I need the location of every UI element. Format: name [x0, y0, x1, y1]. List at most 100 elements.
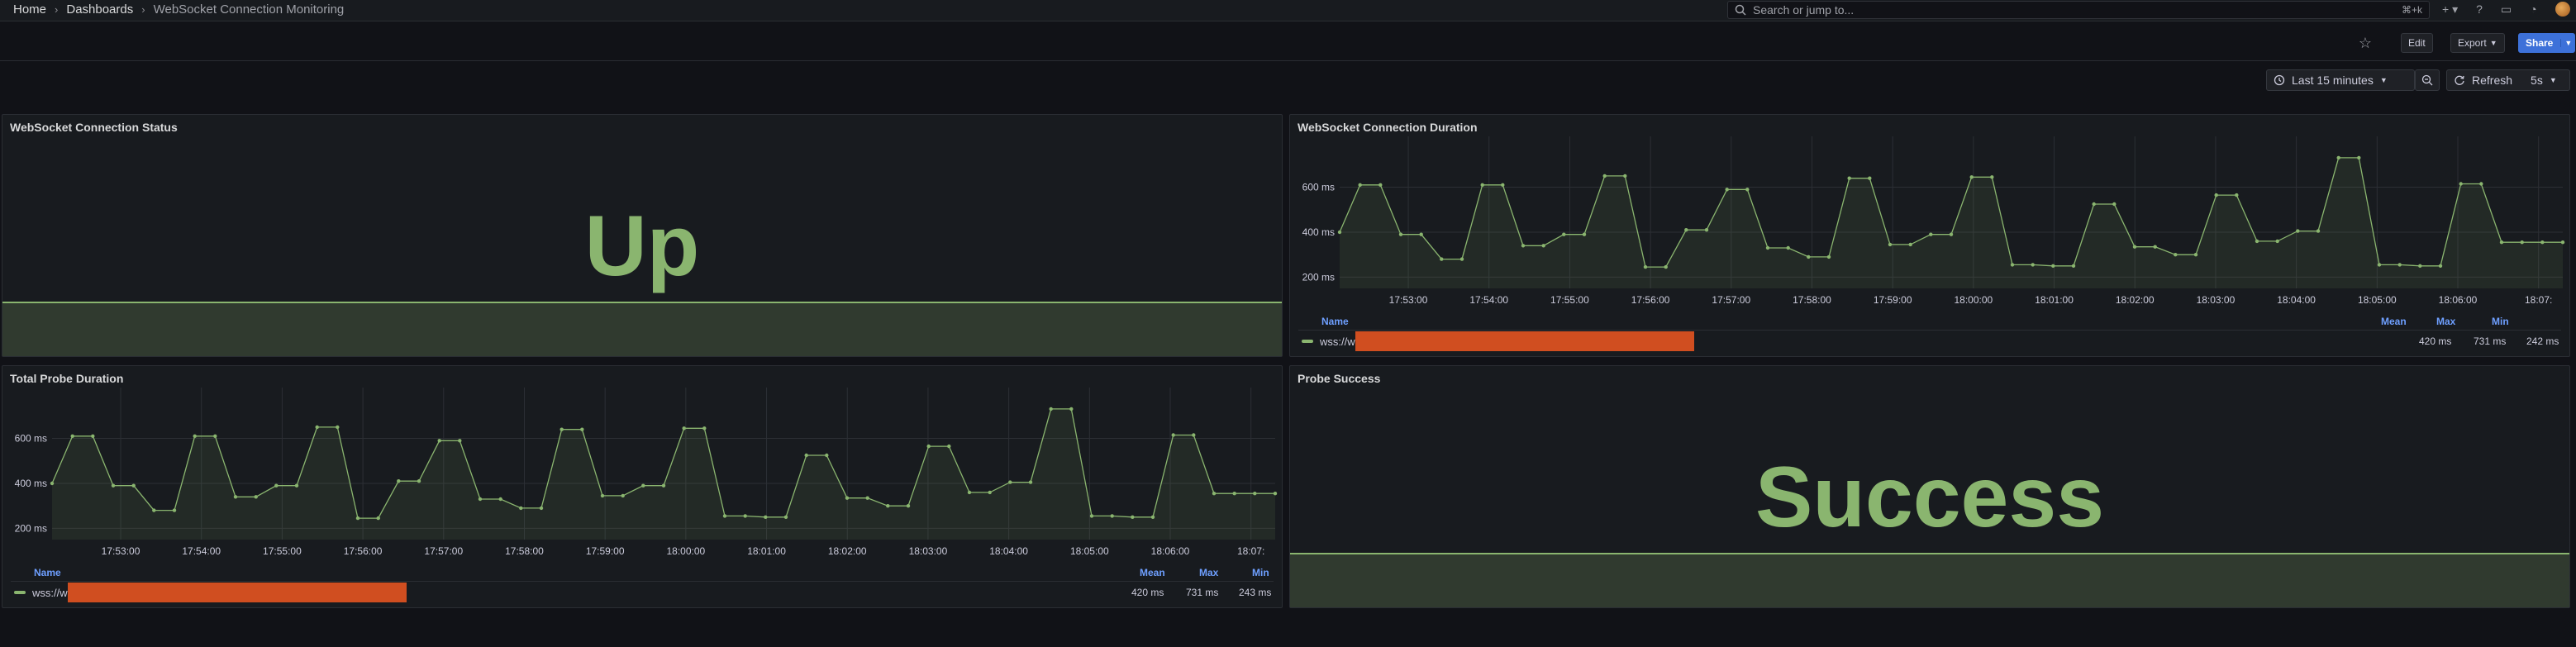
y-tick-label: 200 ms: [1302, 271, 1335, 283]
redaction-block: [1355, 331, 1694, 351]
data-point: [1480, 183, 1484, 187]
data-point: [2071, 264, 2076, 268]
legend-min-header[interactable]: Min: [1252, 567, 1269, 578]
news-icon[interactable]: ▭: [2501, 2, 2512, 17]
chevron-right-icon: ›: [55, 3, 59, 16]
data-point: [2479, 182, 2483, 186]
chevron-down-icon: ▼: [2549, 76, 2557, 84]
legend-mean-header[interactable]: Mean: [1140, 567, 1165, 578]
data-point: [1847, 176, 1851, 180]
legend-series-row[interactable]: wss://w: [1302, 331, 1694, 351]
data-point: [1541, 244, 1545, 248]
series-color-swatch: [1302, 340, 1313, 343]
zoom-out-button[interactable]: [2415, 69, 2440, 91]
data-point: [437, 439, 441, 443]
data-point: [519, 506, 523, 511]
data-point: [764, 515, 768, 519]
data-point: [2031, 263, 2035, 267]
data-point: [702, 426, 707, 431]
data-point: [947, 444, 951, 449]
legend-name-header[interactable]: Name: [34, 567, 61, 578]
legend-name-header[interactable]: Name: [1321, 316, 1349, 327]
panel-probe-success: Probe Success Success: [1289, 365, 2570, 608]
avatar[interactable]: [2555, 2, 2570, 17]
data-point: [2520, 240, 2524, 245]
share-dropdown-icon[interactable]: ▼: [2560, 39, 2575, 47]
data-point: [274, 483, 279, 488]
time-range-picker[interactable]: Last 15 minutes ▼: [2266, 69, 2415, 91]
data-point: [315, 425, 319, 430]
legend-max-header[interactable]: Max: [2436, 316, 2455, 327]
legend-mean-value: 420 ms: [2419, 335, 2452, 347]
star-icon[interactable]: ☆: [2355, 33, 2375, 53]
data-point: [1253, 492, 1257, 496]
share-label: Share: [2526, 37, 2554, 49]
data-point: [2174, 253, 2178, 257]
data-point: [131, 483, 136, 488]
data-point: [641, 483, 645, 488]
legend-series-row[interactable]: wss://w: [14, 583, 407, 602]
data-point: [2499, 240, 2504, 245]
legend-min-header[interactable]: Min: [2492, 316, 2509, 327]
data-point: [886, 504, 890, 508]
search-input[interactable]: Search or jump to... ⌘+k: [1727, 1, 2430, 19]
data-point: [1398, 232, 1403, 236]
export-button[interactable]: Export ▼: [2450, 33, 2505, 53]
data-point: [2112, 202, 2117, 207]
refresh-icon: [2455, 75, 2464, 85]
data-point: [172, 508, 177, 512]
refresh-picker[interactable]: Refresh 5s ▼: [2446, 69, 2570, 91]
refresh-interval: 5s: [2531, 74, 2543, 87]
data-point: [2092, 202, 2096, 207]
data-point: [1826, 255, 1831, 259]
breadcrumb-dashboards[interactable]: Dashboards: [66, 2, 133, 17]
data-point: [1908, 242, 1912, 247]
edit-button[interactable]: Edit: [2401, 33, 2433, 53]
y-tick-label: 400 ms: [15, 478, 47, 489]
x-tick-label: 17:54:00: [1469, 294, 1508, 306]
data-point: [1069, 407, 1074, 412]
dashboard-toolbar: ☆ Edit Export ▼ Share ▼: [0, 21, 2576, 61]
panel-connection-status: WebSocket Connection Status Up: [2, 114, 1283, 357]
data-point: [845, 496, 850, 500]
data-point: [926, 444, 931, 449]
data-point: [1704, 228, 1709, 232]
x-tick-label: 18:00:00: [1955, 294, 1993, 306]
share-button[interactable]: Share ▼: [2518, 33, 2576, 53]
data-point: [2010, 263, 2015, 267]
data-point: [2336, 155, 2340, 160]
breadcrumb-home[interactable]: Home: [13, 2, 46, 17]
data-point: [397, 479, 401, 483]
data-point: [336, 425, 340, 430]
x-tick-label: 18:05:00: [1070, 545, 1109, 557]
data-point: [783, 515, 788, 519]
x-tick-label: 18:07:: [2525, 294, 2552, 306]
data-point: [988, 490, 992, 495]
data-point: [1212, 492, 1217, 496]
legend-max-header[interactable]: Max: [1199, 567, 1218, 578]
data-point: [559, 427, 564, 431]
data-point: [2275, 239, 2279, 244]
data-point: [682, 426, 686, 431]
data-point: [1868, 176, 1872, 180]
data-point: [2377, 263, 2382, 267]
plus-icon[interactable]: + ▾: [2442, 2, 2458, 17]
panel-title: WebSocket Connection Status: [10, 121, 178, 134]
x-tick-label: 17:53:00: [102, 545, 140, 557]
x-tick-label: 18:05:00: [2358, 294, 2397, 306]
x-tick-label: 17:55:00: [1550, 294, 1589, 306]
legend-mean-header[interactable]: Mean: [2381, 316, 2407, 327]
data-point: [1725, 188, 1729, 192]
data-point: [2357, 155, 2361, 160]
x-tick-label: 18:01:00: [747, 545, 786, 557]
x-tick-label: 18:02:00: [2116, 294, 2155, 306]
help-icon[interactable]: ?: [2476, 2, 2483, 16]
data-point: [2153, 245, 2157, 249]
rss-icon[interactable]: ◔: [2530, 2, 2536, 16]
x-tick-label: 18:06:00: [1151, 545, 1190, 557]
data-point: [2193, 253, 2198, 257]
data-point: [2255, 239, 2259, 244]
legend-divider: [11, 581, 1274, 582]
data-point: [254, 495, 258, 499]
data-point: [2459, 182, 2463, 186]
